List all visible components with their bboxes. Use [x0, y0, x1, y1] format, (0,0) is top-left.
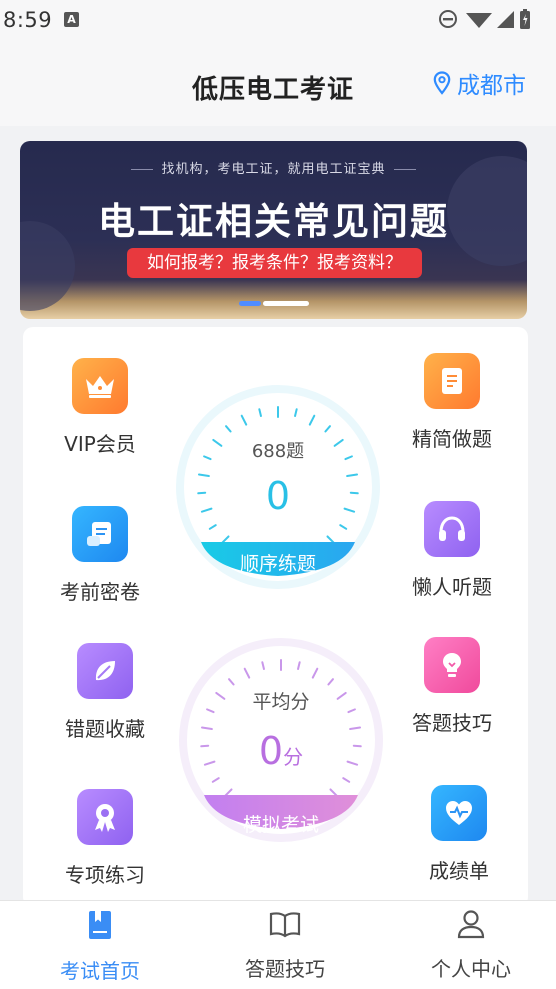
nav-exam-home[interactable]: 考试首页 — [25, 909, 175, 984]
app-header: 低压电工考证 成都市 — [0, 44, 556, 126]
gauge-tick — [240, 414, 248, 426]
carousel-dot-active — [239, 301, 261, 306]
sequential-practice-gauge[interactable]: 688题 0 顺序练题 — [173, 382, 383, 592]
leaf-icon — [77, 643, 133, 699]
gauge-tick — [261, 661, 265, 671]
banner-question-pill: 如何报考？报考条件？报考资料？ — [127, 248, 422, 278]
promo-banner[interactable]: 找机构，考电工证，就用电工证宝典 电工证相关常见问题 如何报考？报考条件？报考资… — [20, 141, 527, 319]
vip-label: VIP会员 — [64, 432, 136, 456]
feature-card: VIP会员 考前密卷 错题收藏 专项练习 精简做题 懒人听题 答题技巧 成绩单 … — [23, 327, 528, 907]
gauge-tick — [297, 661, 301, 671]
answer-tips-button[interactable]: 答题技巧 — [392, 637, 512, 736]
headphones-icon — [424, 501, 480, 557]
gauge-tick — [258, 408, 262, 418]
notification-icon: A — [64, 12, 79, 27]
score-report-label: 成绩单 — [429, 859, 489, 883]
nav-exam-home-label: 考试首页 — [60, 959, 140, 983]
nav-answer-tips-label: 答题技巧 — [245, 957, 325, 981]
carousel-indicator — [239, 301, 309, 306]
nav-personal-center-label: 个人中心 — [431, 957, 511, 981]
nav-personal-center[interactable]: 个人中心 — [396, 909, 546, 982]
system-status-icons — [439, 9, 530, 29]
gauge-tick — [342, 777, 351, 783]
lazy-listen-button[interactable]: 懒人听题 — [392, 501, 512, 600]
battery-icon — [520, 9, 530, 29]
user-icon — [457, 910, 485, 939]
open-book-icon — [269, 912, 301, 938]
banner-subtitle: 找机构，考电工证，就用电工证宝典 — [20, 158, 527, 177]
city-selector[interactable]: 成都市 — [433, 66, 526, 100]
lazy-listen-label: 懒人听题 — [412, 575, 492, 599]
concise-questions-button[interactable]: 精简做题 — [392, 353, 512, 452]
exam-secret-paper-button[interactable]: 考前密卷 — [40, 506, 160, 605]
award-ribbon-icon — [77, 789, 133, 845]
scroll-document-icon — [72, 506, 128, 562]
gauge-tick — [339, 524, 348, 530]
carousel-dot — [263, 301, 309, 306]
mock-exam-label: 模拟考试 — [242, 814, 319, 836]
gauge-tick — [228, 678, 235, 686]
gauge-tick — [311, 667, 319, 679]
status-time: 8:59 — [3, 8, 53, 32]
crown-icon — [72, 358, 128, 414]
status-bar: 8:59 A — [0, 0, 556, 44]
average-score-display: 0分 — [176, 729, 386, 773]
gauge-tick — [327, 678, 334, 686]
gauge-tick — [308, 414, 316, 426]
vip-member-button[interactable]: VIP会员 — [40, 358, 160, 457]
bottom-navigation: 考试首页 答题技巧 个人中心 — [0, 900, 556, 989]
nav-answer-tips[interactable]: 答题技巧 — [210, 909, 360, 982]
banner-title: 电工证相关常见问题 — [98, 200, 449, 243]
average-score-label: 平均分 — [252, 691, 310, 713]
question-count: 688题 — [251, 441, 305, 462]
secret-paper-label: 考前密卷 — [60, 580, 140, 604]
note-icon — [424, 353, 480, 409]
concise-label: 精简做题 — [412, 427, 492, 451]
heart-pulse-icon — [431, 785, 487, 841]
lightbulb-icon — [424, 637, 480, 693]
gauge-tick — [294, 408, 298, 418]
practice-progress-value: 0 — [265, 474, 291, 518]
city-label: 成都市 — [457, 73, 526, 99]
wrong-question-collection-button[interactable]: 错题收藏 — [45, 643, 165, 742]
special-practice-button[interactable]: 专项练习 — [45, 789, 165, 888]
score-report-button[interactable]: 成绩单 — [399, 785, 519, 884]
gauge-tick — [324, 425, 331, 433]
gauge-tick — [208, 524, 217, 530]
location-pin-icon — [433, 71, 451, 95]
do-not-disturb-icon — [439, 10, 457, 28]
book-bookmark-icon — [89, 911, 111, 939]
wifi-icon — [466, 13, 492, 28]
gauge-tick — [225, 425, 232, 433]
mock-exam-gauge[interactable]: 平均分 0分 模拟考试 — [176, 635, 386, 845]
signal-icon — [497, 11, 514, 28]
special-practice-label: 专项练习 — [65, 863, 145, 887]
average-score-value: 0 — [258, 729, 284, 773]
sequential-practice-label: 顺序练题 — [239, 553, 316, 575]
wrong-collection-label: 错题收藏 — [65, 717, 145, 741]
gauge-tick — [211, 777, 220, 783]
answer-tips-label: 答题技巧 — [412, 711, 492, 735]
score-unit: 分 — [283, 745, 304, 769]
gauge-tick — [243, 667, 251, 679]
